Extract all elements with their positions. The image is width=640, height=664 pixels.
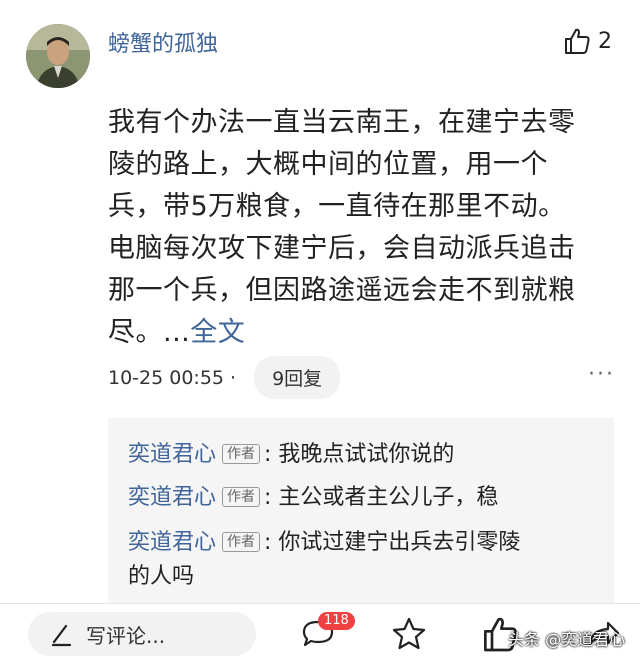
like-button[interactable]: 2 (562, 26, 612, 56)
write-comment-input[interactable]: 写评论... (28, 612, 256, 656)
content-line: 我有个办法一直当云南王，在建宁去零 (108, 107, 576, 138)
reply-author[interactable]: 奕道君心 (128, 442, 216, 467)
username[interactable]: 螃蟹的孤独 (108, 26, 218, 58)
reply-item: 奕道君心 作者: 主公或者主公儿子，稳 (128, 481, 598, 515)
more-options-icon[interactable]: ··· (588, 362, 615, 387)
watermark: 头条 @奕道君心 (508, 630, 626, 649)
timestamp: 10-25 00:55 · (108, 366, 237, 389)
content-line: 电脑每次攻下建宁后，会自动派兵追击 (108, 233, 576, 264)
reply-item: 奕道君心 作者: 你试过建宁出兵去引零陵 的人吗 (128, 526, 598, 594)
favorite-button[interactable] (388, 614, 430, 658)
reply-text: : 你试过建宁出兵去引零陵 (264, 530, 521, 555)
reply-text: : 我晚点试试你说的 (264, 442, 455, 467)
reply-text: 的人吗 (128, 564, 195, 589)
write-comment-placeholder: 写评论... (86, 623, 166, 648)
reply-author[interactable]: 奕道君心 (128, 530, 216, 555)
star-icon (392, 617, 426, 650)
content-line: 陵的路上，大概中间的位置，用一个 (108, 149, 548, 180)
pen-icon (51, 624, 72, 647)
like-count: 2 (598, 28, 612, 54)
content-line-last: 尽。...全文 (108, 312, 608, 354)
reply-item: 奕道君心 作者: 我晚点试试你说的 (128, 438, 598, 472)
author-tag: 作者 (222, 444, 261, 464)
content-line: 兵，带5万粮食，一直待在那里不动。 (108, 191, 566, 222)
reply-text: : 主公或者主公儿子，稳 (264, 485, 499, 510)
content-line: 那一个兵，但因路途遥远会走不到就粮 (108, 275, 576, 306)
full-text-link[interactable]: 全文 (190, 317, 245, 348)
avatar[interactable] (26, 24, 90, 88)
replies-button[interactable]: 9回复 (254, 356, 341, 399)
replies-preview[interactable]: 奕道君心 作者: 我晚点试试你说的 奕道君心 作者: 主公或者主公儿子，稳 奕道君心… (108, 418, 614, 603)
comment-content: 我有个办法一直当云南王，在建宁去零 陵的路上，大概中间的位置，用一个 兵，带5万… (108, 102, 608, 354)
content-line: 尽。... (108, 317, 191, 348)
reply-author[interactable]: 奕道君心 (128, 485, 216, 510)
comment-count-badge: 118 (318, 612, 355, 630)
thumbs-up-icon (565, 28, 590, 54)
author-tag: 作者 (222, 532, 261, 552)
avatar-photo (26, 24, 90, 88)
comment-meta: 10-25 00:55 · 9回复 (108, 356, 341, 399)
author-tag: 作者 (222, 487, 261, 507)
